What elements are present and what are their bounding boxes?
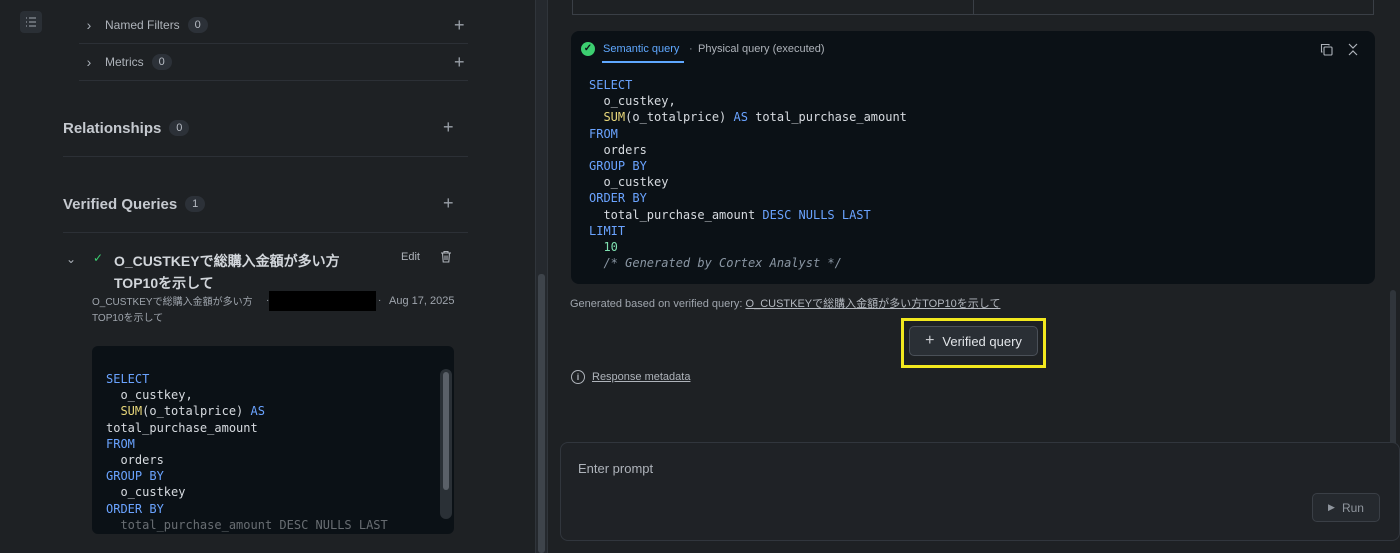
copy-icon[interactable] [1320,43,1333,56]
add-verified-query-button[interactable]: + Verified query [909,326,1038,356]
generated-prefix: Generated based on verified query: [570,298,746,310]
plus-icon: + [925,332,935,349]
plus-icon[interactable]: + [454,53,465,71]
table-column-divider [973,0,974,15]
verified-query-description: O_CUSTKEYで総購入金額が多い方TOP10を示して [92,297,253,324]
run-button-label: Run [1341,500,1364,515]
plus-icon[interactable]: + [454,16,465,34]
tab-semantic-query[interactable]: Semantic query [603,43,679,55]
check-icon: ✓ [93,251,104,265]
named-filters-count: 0 [187,17,208,33]
relationships-section: Relationships 0 [63,100,468,157]
prompt-input[interactable] [578,458,1278,478]
verified-query-title: O_CUSTKEYで総購入金額が多い方TOP10を示して [114,253,340,291]
metrics-count: 0 [151,54,172,70]
verified-queries-count: 1 [185,196,206,212]
collapse-icon[interactable] [1347,43,1359,56]
plus-icon[interactable]: + [443,118,454,136]
verified-query-date: Aug 17, 2025 [389,295,455,307]
plus-icon[interactable]: + [443,194,454,212]
divider-line [535,0,536,553]
list-icon[interactable] [20,11,42,33]
code-scrollbar-thumb[interactable] [443,372,449,490]
right-scrollbar[interactable] [1390,290,1396,450]
generated-note: Generated based on verified query: O_CUS… [570,295,1000,311]
tab-separator: · [689,43,693,55]
response-metadata-link[interactable]: Response metadata [592,371,690,383]
active-tab-indicator [602,61,684,63]
play-icon: ▶ [1328,502,1335,512]
meta-separator: · [378,295,382,306]
verified-query-sql: SELECT o_custkey, SUM(o_totalprice) AS t… [106,372,388,532]
check-icon: ✓ [581,42,595,56]
trash-icon[interactable] [440,250,454,264]
chevron-down-icon[interactable]: ⌄ [66,252,76,266]
metrics-row[interactable]: › Metrics 0 [79,44,468,81]
verified-queries-title: Verified Queries [63,195,178,213]
prompt-container [560,442,1400,541]
tab-physical-query[interactable]: Physical query (executed) [698,43,825,55]
chevron-right-icon[interactable]: › [79,17,99,33]
verified-query-link[interactable]: O_CUSTKEYで総購入金額が多い方TOP10を示して [746,298,1001,310]
edit-button[interactable]: Edit [401,251,420,263]
verified-query-button-label: Verified query [942,333,1022,349]
semantic-query-sql: SELECT o_custkey, SUM(o_totalprice) AS t… [589,78,907,271]
run-button[interactable]: ▶ Run [1312,493,1380,522]
named-filters-row[interactable]: › Named Filters 0 [79,7,468,44]
relationships-count: 0 [169,120,190,136]
panel-scrollbar-thumb[interactable] [538,274,545,553]
redacted-author [269,291,376,311]
relationships-title: Relationships [63,119,162,137]
verified-query-code-block: SELECT o_custkey, SUM(o_totalprice) AS t… [92,346,454,534]
chevron-right-icon[interactable]: › [79,54,99,70]
verified-queries-section: Verified Queries 1 [63,176,468,233]
named-filters-label: Named Filters [105,18,180,32]
info-icon: i [571,370,585,384]
metrics-label: Metrics [105,55,144,69]
